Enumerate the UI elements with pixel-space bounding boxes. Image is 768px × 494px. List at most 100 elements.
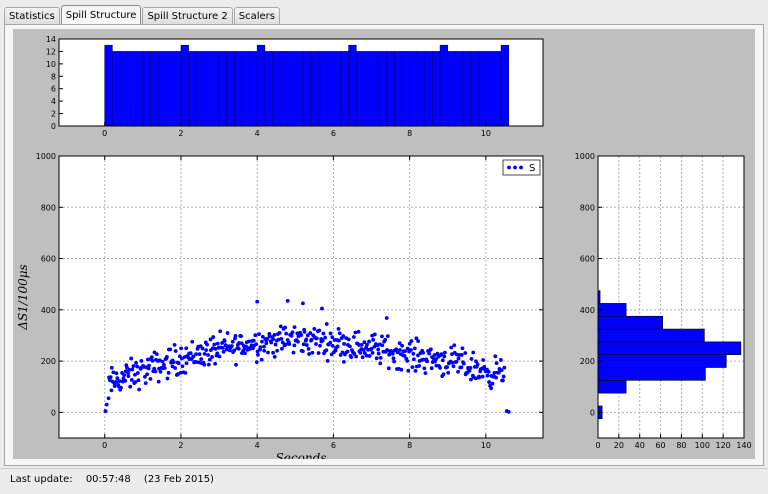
top-histogram-bar: [264, 51, 273, 127]
side-histogram-bar: [597, 380, 627, 394]
scatter-point: [272, 354, 277, 359]
top-histogram-bar: [340, 51, 349, 127]
scatter-point: [210, 355, 214, 359]
top-histogram-bar: [455, 51, 464, 127]
scatter-point: [135, 371, 140, 375]
scatter-point: [307, 352, 311, 356]
scatter-point: [258, 345, 263, 350]
top-histogram-bar: [302, 51, 311, 127]
side-histogram-background: [598, 156, 744, 438]
scatter-point: [251, 338, 256, 343]
scatter-point: [330, 343, 335, 348]
scatter-point: [114, 371, 119, 376]
status-time: 00:57:48: [85, 474, 131, 485]
scatter-point: [147, 363, 151, 368]
scatter-point: [291, 350, 296, 355]
top-histogram-bar: [195, 51, 205, 127]
side-histogram-xtick-label: 60: [655, 441, 665, 450]
scatter-point: [410, 365, 415, 370]
scatter-legend-marker: [507, 165, 511, 170]
scatter-point: [202, 351, 207, 356]
scatter-point: [454, 359, 459, 364]
scatter-point: [213, 361, 217, 366]
top-histogram-ytick-label: 2: [51, 110, 56, 119]
scatter-ytick-label: 200: [41, 357, 56, 366]
scatter-point: [183, 370, 188, 375]
top-histogram-bar: [272, 51, 281, 127]
scatter-point: [392, 359, 396, 364]
scatter-point: [184, 346, 189, 351]
top-histogram-ytick-label: 14: [46, 35, 56, 44]
scatter-point: [122, 373, 127, 377]
scatter-xtick-label: 8: [407, 441, 412, 450]
scatter-point: [260, 339, 264, 344]
side-histogram-bar: [597, 328, 705, 343]
scatter-point: [290, 330, 295, 335]
side-histogram-xtick-label: 100: [695, 441, 710, 450]
scatter-point: [445, 365, 449, 370]
scatter-point: [190, 339, 195, 344]
status-bar: Last update: 00:57:48 (23 Feb 2015): [10, 474, 224, 485]
top-histogram-xtick-label: 6: [331, 129, 336, 138]
scatter-ylabel: ΔS1/100μs: [16, 264, 30, 330]
top-histogram-xtick-label: 0: [102, 129, 107, 138]
scatter-point: [302, 329, 307, 334]
scatter-point: [139, 359, 144, 363]
scatter-point: [384, 316, 389, 320]
scatter-point: [385, 334, 390, 339]
scatter-point: [206, 353, 210, 357]
top-histogram-ytick-label: 6: [51, 85, 56, 94]
scatter-point: [106, 396, 111, 401]
scatter-point: [480, 374, 485, 379]
scatter-point: [156, 379, 161, 384]
scatter-point: [145, 372, 149, 377]
scatter-point: [129, 378, 134, 382]
top-histogram-bar: [424, 51, 433, 127]
scatter-point: [427, 351, 432, 356]
scatter-point: [506, 409, 511, 414]
scatter-point: [459, 353, 464, 357]
top-histogram-bar: [180, 44, 189, 127]
scatter-point: [299, 333, 304, 337]
scatter-point: [425, 359, 430, 364]
top-histogram-bar: [157, 51, 167, 127]
scatter-point: [486, 369, 491, 374]
top-histogram-bar: [333, 51, 342, 127]
scatter-point: [271, 337, 276, 342]
status-separator: [0, 468, 768, 469]
scatter-point: [372, 332, 377, 337]
scatter-point: [184, 361, 189, 366]
scatter-point: [502, 365, 507, 370]
scatter-point: [310, 350, 315, 355]
scatter-point: [257, 332, 261, 337]
top-histogram-xtick-label: 8: [407, 129, 412, 138]
scatter-point: [215, 351, 220, 356]
scatter-point: [259, 357, 264, 362]
scatter-point: [234, 362, 238, 367]
scatter-point: [188, 351, 193, 355]
scatter-xtick-label: 0: [102, 441, 107, 450]
scatter-point: [130, 367, 135, 372]
top-histogram-bar: [142, 51, 151, 127]
scatter-point: [337, 331, 342, 336]
scatter-point: [469, 357, 474, 361]
scatter-point: [360, 355, 365, 360]
scatter-point: [279, 336, 284, 341]
scatter-point: [205, 342, 210, 347]
scatter-point: [306, 346, 311, 351]
scatter-point: [323, 335, 328, 340]
side-histogram-ytick-label: 1000: [575, 152, 595, 161]
top-histogram-bar: [150, 51, 159, 127]
scatter-point: [164, 355, 169, 359]
top-histogram-bar: [477, 51, 487, 127]
scatter-point: [456, 356, 461, 361]
tab-spill-structure[interactable]: Spill Structure: [60, 5, 142, 26]
top-histogram-bar: [112, 51, 121, 127]
scatter-point: [126, 374, 131, 379]
scatter-point: [341, 359, 346, 364]
side-histogram-bar: [597, 315, 663, 330]
scatter-point: [287, 342, 292, 347]
top-histogram-xtick-label: 4: [255, 129, 260, 138]
top-histogram-bar: [234, 51, 243, 127]
top-histogram-bar: [378, 51, 388, 127]
